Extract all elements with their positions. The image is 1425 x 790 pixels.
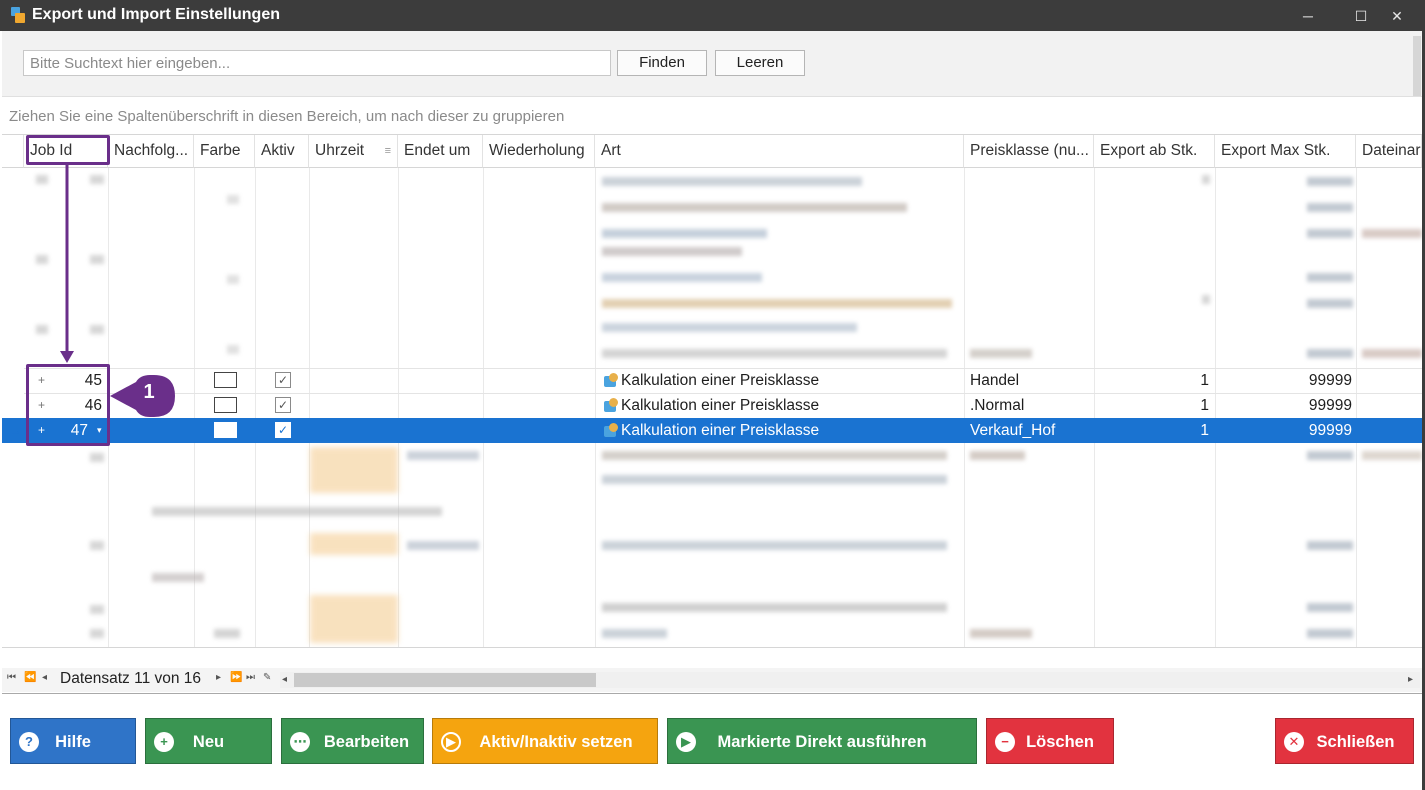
column-header-dateiname[interactable]: Dateinar (1356, 135, 1422, 168)
last-record-icon[interactable]: ⏭ (246, 672, 255, 683)
cell-export-ab: 1 (1200, 372, 1209, 389)
run-selected-button[interactable]: ▶ Markierte Direkt ausführen (667, 718, 977, 764)
column-header-endet-um[interactable]: Endet um (398, 135, 483, 168)
scrollbar-thumb[interactable] (294, 673, 596, 687)
calculation-icon (604, 423, 619, 438)
maximize-button[interactable]: ☐ (1350, 6, 1372, 26)
scroll-right-icon[interactable]: ▸ (1408, 674, 1413, 685)
jobs-grid: Job Id Nachfolg... Farbe Aktiv Uhrzeit ≡… (2, 134, 1422, 648)
column-header-preisklasse[interactable]: Preisklasse (nu... (964, 135, 1094, 168)
new-button[interactable]: + Neu (145, 718, 272, 764)
close-window-button[interactable]: ✕ (1386, 6, 1408, 26)
calculation-icon (604, 373, 619, 388)
delete-button[interactable]: − Löschen (986, 718, 1114, 764)
window-title: Export und Import Einstellungen (32, 6, 280, 23)
cell-preisklasse: .Normal (970, 397, 1025, 414)
table-row-selected[interactable]: → + 47 ▾ ✓ Kalkulation einer Preisklasse… (2, 418, 1422, 443)
annotation-header-highlight (26, 135, 110, 165)
row-indicator-header (2, 135, 24, 168)
prev-record-icon[interactable]: ◂ (42, 672, 47, 683)
column-header-nachfolger[interactable]: Nachfolg... (108, 135, 194, 168)
cell-export-ab: 1 (1200, 422, 1209, 439)
edit-button[interactable]: ⋯ Bearbeiten (281, 718, 424, 764)
title-bar: Export und Import Einstellungen ─ ☐ ✕ (0, 0, 1425, 31)
focused-row-arrow-icon: → (9, 423, 22, 438)
prev-page-icon[interactable]: ⏪ (24, 672, 36, 683)
vertical-scrollbar[interactable] (1413, 36, 1421, 96)
toggle-active-button[interactable]: ▶ Aktiv/Inaktiv setzen (432, 718, 658, 764)
column-header-art[interactable]: Art (595, 135, 964, 168)
next-page-icon[interactable]: ⏩ (230, 672, 242, 683)
column-header-farbe[interactable]: Farbe (194, 135, 255, 168)
search-input[interactable] (23, 50, 611, 76)
scroll-left-icon[interactable]: ◂ (282, 674, 287, 685)
annotation-number: 1 (143, 381, 155, 403)
calculation-icon (604, 398, 619, 413)
table-row[interactable]: + 46 ✓ Kalkulation einer Preisklasse .No… (2, 393, 1422, 418)
table-row[interactable]: + 45 ✓ Kalkulation einer Preisklasse Han… (2, 368, 1422, 393)
cell-export-max: 99999 (1308, 397, 1352, 414)
minimize-button[interactable]: ─ (1297, 6, 1319, 26)
active-checkbox[interactable]: ✓ (275, 397, 291, 413)
app-icon (11, 7, 25, 23)
find-button[interactable]: Finden (617, 50, 707, 76)
horizontal-scrollbar[interactable]: ◂ ▸ (280, 672, 1420, 688)
column-header-aktiv[interactable]: Aktiv (255, 135, 309, 168)
next-record-icon[interactable]: ▸ (216, 672, 221, 683)
active-checkbox[interactable]: ✓ (275, 422, 291, 438)
first-record-icon[interactable]: ⏮ (7, 672, 16, 683)
active-checkbox[interactable]: ✓ (275, 372, 291, 388)
edit-record-icon[interactable]: ✎ (263, 672, 271, 683)
sort-icon: ≡ (384, 145, 391, 157)
column-header-uhrzeit[interactable]: Uhrzeit ≡ (309, 135, 398, 168)
annotation-rows-highlight (26, 364, 110, 446)
cell-export-ab: 1 (1200, 397, 1209, 414)
record-navigator: ⏮ ⏪ ◂ Datensatz 11 von 16 ▸ ⏩ ⏭ ✎ ◂ ▸ (2, 668, 1422, 692)
cell-art: Kalkulation einer Preisklasse (621, 422, 820, 439)
column-header-export-ab[interactable]: Export ab Stk. (1094, 135, 1215, 168)
cell-art: Kalkulation einer Preisklasse (621, 397, 820, 414)
cell-export-max: 99999 (1308, 372, 1352, 389)
record-position: Datensatz 11 von 16 (60, 670, 202, 687)
column-header-export-max[interactable]: Export Max Stk. (1215, 135, 1356, 168)
color-swatch[interactable] (214, 372, 237, 388)
cell-preisklasse: Verkauf_Hof (970, 422, 1056, 439)
color-swatch[interactable] (214, 397, 237, 413)
column-header-uhrzeit-label: Uhrzeit (315, 142, 365, 159)
search-panel: Finden Leeren (2, 31, 1422, 97)
annotation-arrow (60, 165, 74, 363)
cell-preisklasse: Handel (970, 372, 1020, 389)
help-button[interactable]: ? Hilfe (10, 718, 136, 764)
color-swatch[interactable] (214, 422, 237, 438)
column-header-wiederholung[interactable]: Wiederholung (483, 135, 595, 168)
close-button[interactable]: ✕ Schließen (1275, 718, 1414, 764)
cell-export-max: 99999 (1308, 422, 1352, 439)
cell-art: Kalkulation einer Preisklasse (621, 372, 820, 389)
clear-button[interactable]: Leeren (715, 50, 805, 76)
more-icon: ⋯ (290, 732, 310, 752)
group-panel-hint[interactable]: Ziehen Sie eine Spaltenüberschrift in di… (9, 108, 564, 125)
